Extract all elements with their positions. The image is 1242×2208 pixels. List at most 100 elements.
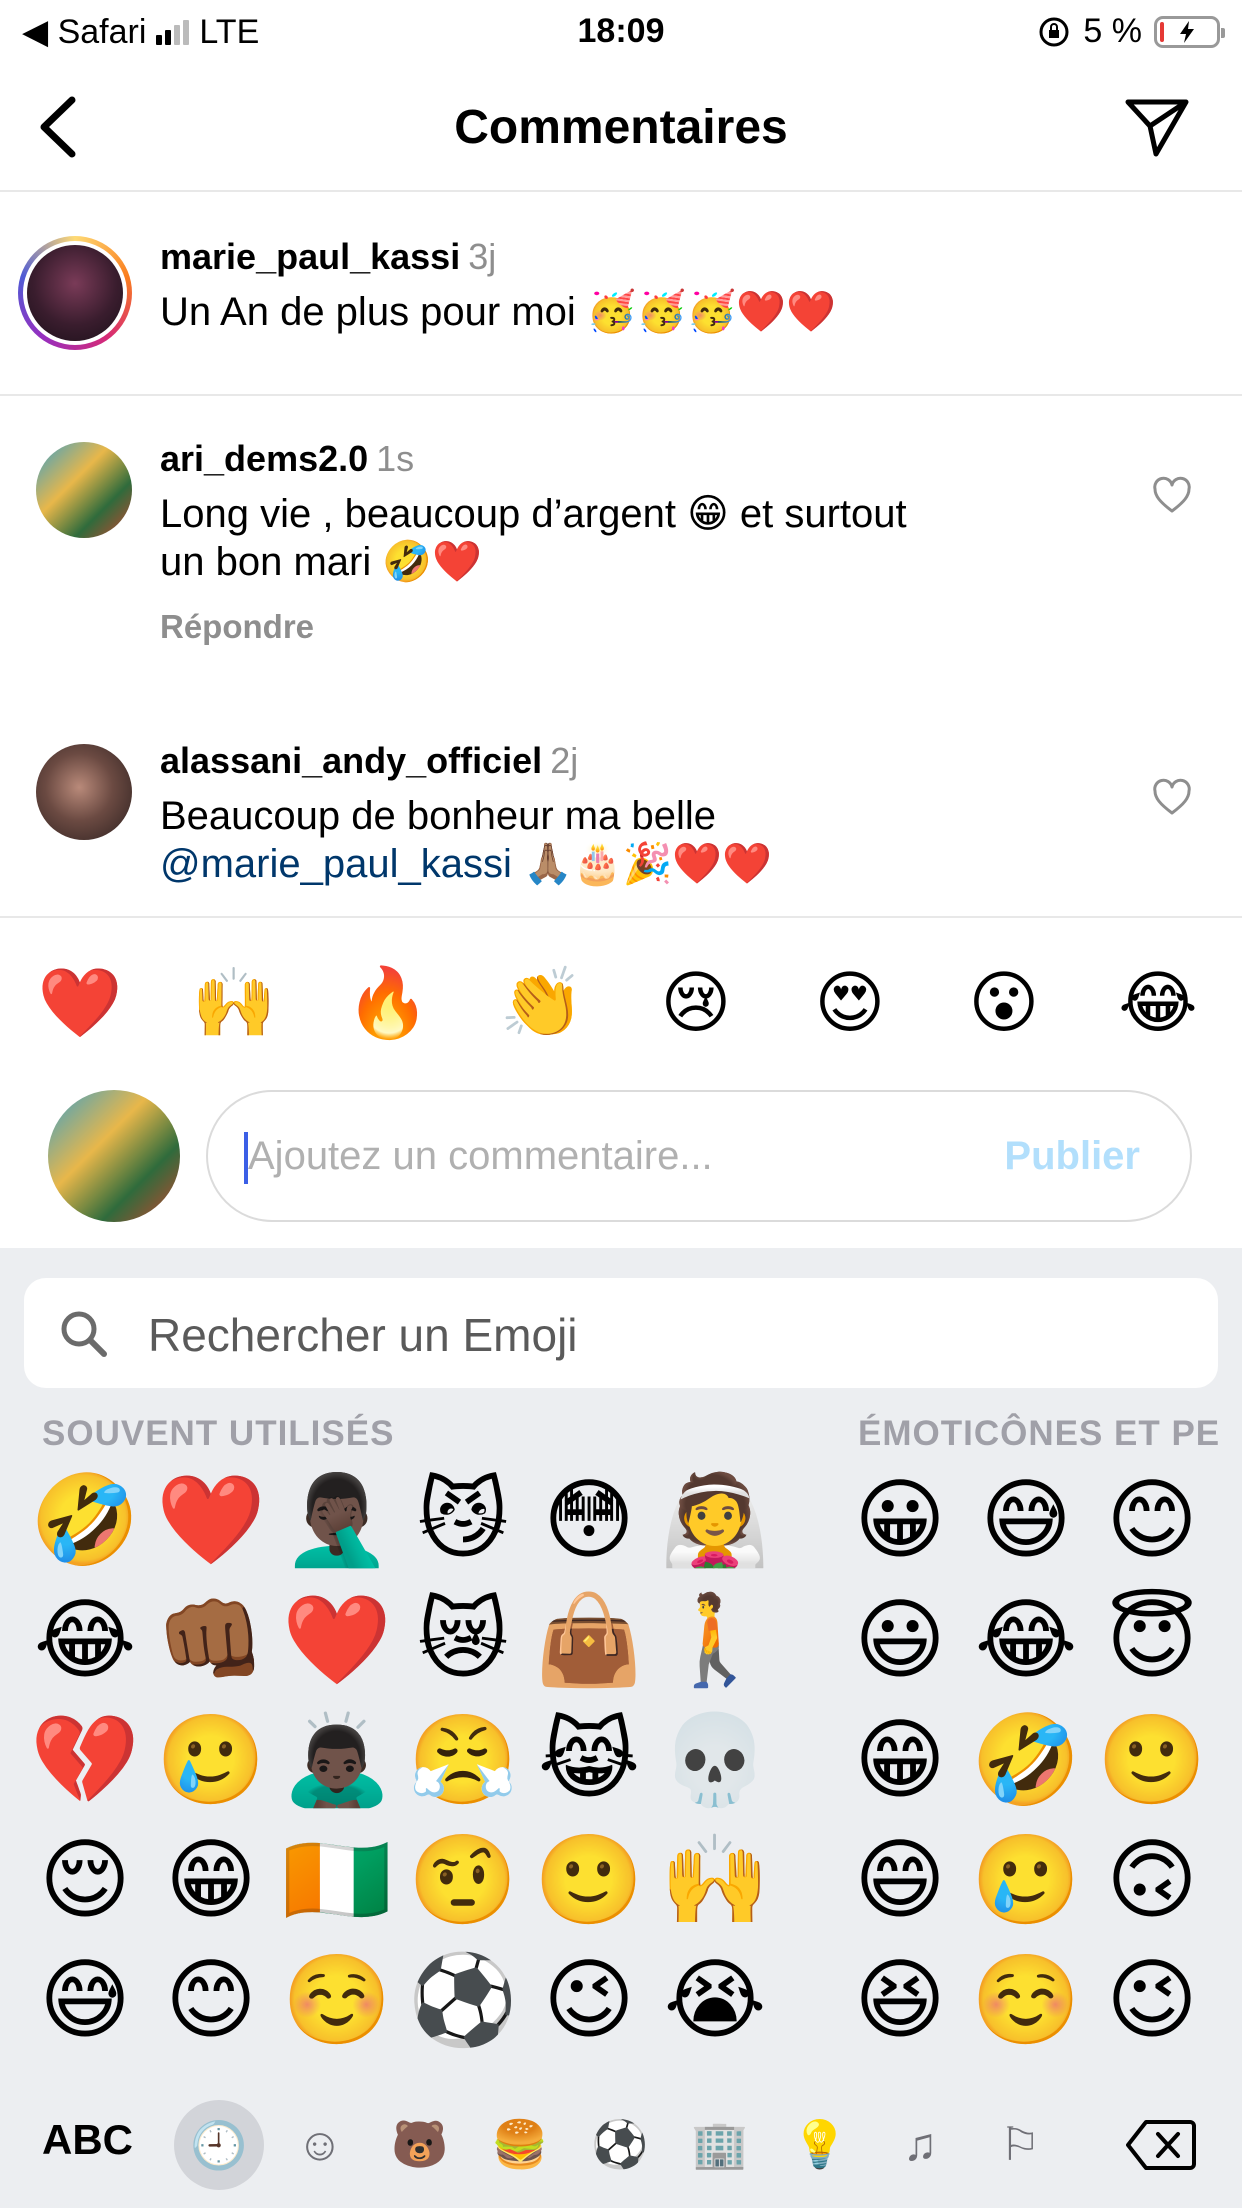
comment-text-rest: 🙏🏽🎂🎉❤️❤️ [511,842,773,886]
avatar[interactable] [36,442,132,538]
section-frequent-label: SOUVENT UTILISÉS [42,1414,395,1453]
avatar[interactable] [18,236,132,350]
emoji-key[interactable]: 🤦🏿‍♂️ [282,1470,392,1570]
activity-icon[interactable]: ⚽ [588,2112,652,2176]
emoji-key[interactable]: 😁 [845,1710,955,1810]
reaction-crying[interactable]: 😢 [646,958,746,1048]
emoji-key[interactable]: 😳 [534,1470,644,1570]
emoji-key[interactable]: 💔 [30,1710,140,1810]
emoji-key[interactable]: 😊 [156,1950,266,2050]
travel-icon[interactable]: 🏢 [688,2112,752,2176]
emoji-key[interactable]: 👊🏾 [156,1590,266,1690]
animals-icon[interactable]: 🐻 [388,2112,452,2176]
emoji-key[interactable]: 😇 [1097,1590,1207,1690]
emoji-key[interactable]: 🤨 [408,1830,518,1930]
status-bar: ◀ Safari LTE 18:09 5 % [0,0,1242,62]
comment-username[interactable]: ari_dems2.0 [160,438,368,479]
emoji-key[interactable]: 🙃 [1097,1830,1207,1930]
emoji-key[interactable]: 😉 [1097,1950,1207,2050]
emoji-key[interactable]: 🥲 [971,1830,1081,1930]
emoji-key[interactable]: 🚶 [660,1590,770,1690]
recent-clock-icon[interactable]: 🕘 [174,2100,264,2190]
emoji-key[interactable]: 😅 [971,1470,1081,1570]
emoji-key[interactable]: 😆 [845,1950,955,2050]
emoji-key[interactable]: 😁 [156,1830,266,1930]
comment-username[interactable]: alassani_andy_officiel [160,740,542,781]
emoji-key[interactable]: 😭 [660,1950,770,2050]
emoji-key[interactable]: ☺️ [971,1950,1081,2050]
emoji-key[interactable]: 🤣 [30,1470,140,1570]
header: Commentaires [0,62,1242,192]
page-title: Commentaires [454,101,788,154]
comment-body: ari_dems2.0 1s Long vie , beaucoup d’arge… [160,438,1060,646]
own-avatar [48,1090,180,1222]
comment-item: alassani_andy_officiel 2j Beaucoup de bon… [0,700,1242,918]
comment-text-line1: Long vie , beaucoup d’argent 😁 et surtou… [160,492,907,536]
emoji-key[interactable]: 😹 [534,1710,644,1810]
reaction-fire[interactable]: 🔥 [338,958,438,1048]
comment-input[interactable]: Ajoutez un commentaire... Publier [206,1090,1192,1222]
comment-text: Un An de plus pour moi 🥳🥳🥳❤️❤️ [160,290,836,334]
emoji-search[interactable]: Rechercher un Emoji [24,1278,1218,1388]
emoji-key[interactable]: 😼 [408,1470,518,1570]
symbols-icon[interactable]: ♫ [888,2112,952,2176]
comment-text-line1: Beaucoup de bonheur ma belle [160,794,716,838]
emoji-key[interactable]: 😂 [971,1590,1081,1690]
publish-button[interactable]: Publier [1004,1134,1140,1179]
emoji-key[interactable]: ☺️ [282,1950,392,2050]
emoji-key[interactable]: 🙂 [534,1830,644,1930]
heart-icon[interactable] [1152,476,1192,516]
mention-link[interactable]: @marie_paul_kassi [160,842,512,886]
section-smileys-label: ÉMOTICÔNES ET PE [858,1414,1221,1453]
battery-percent: 5 % [1083,12,1142,50]
emoji-key[interactable]: 👰 [660,1470,770,1570]
comment-text-line2: @marie_paul_kassi 🙏🏽🎂🎉❤️❤️ [160,840,1060,888]
emoji-key[interactable]: 👜 [534,1590,644,1690]
flags-icon[interactable]: ⚐ [988,2112,1052,2176]
objects-icon[interactable]: 💡 [788,2112,852,2176]
reaction-heart-eyes[interactable]: 😍 [800,958,900,1048]
emoji-key[interactable]: 🙇🏿‍♂️ [282,1710,392,1810]
abc-key[interactable]: ABC [42,2116,133,2164]
reaction-heart[interactable]: ❤️ [30,958,130,1048]
emoji-key[interactable]: ❤️ [156,1470,266,1570]
emoji-key[interactable]: ❤️ [282,1590,392,1690]
comment-composer: Ajoutez un commentaire... Publier [0,1090,1242,1250]
emoji-key[interactable]: 😉 [534,1950,644,2050]
emoji-key[interactable]: 😂 [30,1590,140,1690]
reaction-surprised[interactable]: 😮 [954,958,1054,1048]
avatar[interactable] [36,744,132,840]
emoji-key[interactable]: 😊 [1097,1470,1207,1570]
rotation-lock-icon [1039,17,1069,46]
emoji-key[interactable]: 😿 [408,1590,518,1690]
status-right: 5 % [1037,12,1225,51]
emoji-key[interactable]: 🙌 [660,1830,770,1930]
heart-icon[interactable] [1152,778,1192,818]
emoji-key[interactable]: 🙂 [1097,1710,1207,1810]
food-icon[interactable]: 🍔 [488,2112,552,2176]
emoji-key[interactable]: 💀 [660,1710,770,1810]
emoji-key[interactable]: 🥲 [156,1710,266,1810]
send-icon[interactable] [1122,92,1192,162]
emoji-key[interactable]: 😃 [845,1590,955,1690]
comment-time: 2j [550,740,579,781]
emoji-key[interactable]: 😤 [408,1710,518,1810]
emoji-key[interactable]: 😀 [845,1470,955,1570]
comment-item: ari_dems2.0 1s Long vie , beaucoup d’arge… [0,398,1242,698]
backspace-icon[interactable] [1126,2118,1196,2172]
emoji-key[interactable]: 😅 [30,1950,140,2050]
emoji-key[interactable]: 😌 [30,1830,140,1930]
comment-time: 1s [376,438,415,479]
keyboard-category-bar: ABC 🕘 ☺ 🐻 🍔 ⚽ 🏢 💡 ♫ ⚐ [0,2088,1242,2208]
smileys-icon[interactable]: ☺ [288,2112,352,2176]
reaction-clap[interactable]: 👏 [492,958,592,1048]
reaction-laughing[interactable]: 😂 [1108,958,1208,1048]
emoji-key[interactable]: ⚽ [408,1950,518,2050]
reaction-raising-hands[interactable]: 🙌 [184,958,284,1048]
emoji-key[interactable]: 🤣 [971,1710,1081,1810]
comment-body: marie_paul_kassi 3j Un An de plus pour mo… [160,236,836,336]
emoji-key[interactable]: 😄 [845,1830,955,1930]
comment-username[interactable]: marie_paul_kassi [160,236,460,277]
reply-button[interactable]: Répondre [160,608,1060,646]
emoji-key[interactable]: 🇨🇮 [282,1830,392,1930]
